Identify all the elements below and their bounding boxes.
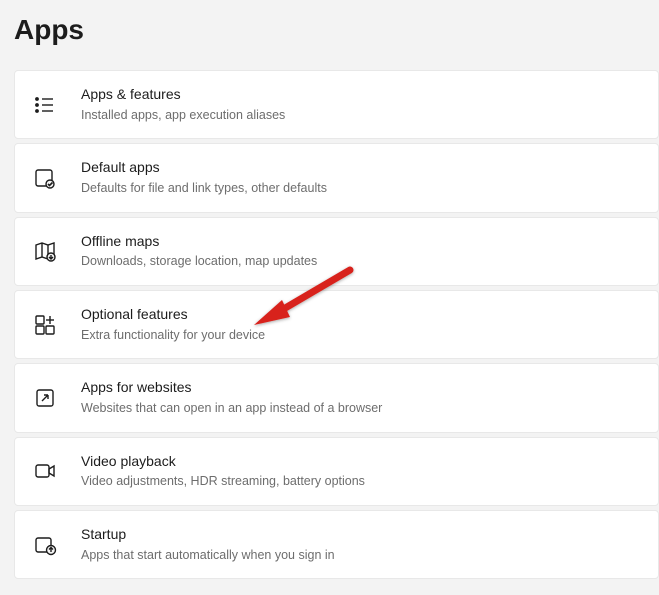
list-item-text: Apps & features Installed apps, app exec… <box>81 85 285 124</box>
video-icon <box>33 459 57 483</box>
list-item-text: Default apps Defaults for file and link … <box>81 158 327 197</box>
offline-maps-item[interactable]: Offline maps Downloads, storage location… <box>14 217 659 286</box>
list-item-title: Apps for websites <box>81 378 382 398</box>
list-item-text: Apps for websites Websites that can open… <box>81 378 382 417</box>
optional-features-icon <box>33 313 57 337</box>
list-item-title: Optional features <box>81 305 265 325</box>
list-item-title: Default apps <box>81 158 327 178</box>
list-item-subtitle: Websites that can open in an app instead… <box>81 399 382 418</box>
list-item-subtitle: Defaults for file and link types, other … <box>81 179 327 198</box>
list-item-text: Optional features Extra functionality fo… <box>81 305 265 344</box>
list-item-text: Startup Apps that start automatically wh… <box>81 525 335 564</box>
video-playback-item[interactable]: Video playback Video adjustments, HDR st… <box>14 437 659 506</box>
apps-settings-list: Apps & features Installed apps, app exec… <box>0 70 659 579</box>
apps-and-features-item[interactable]: Apps & features Installed apps, app exec… <box>14 70 659 139</box>
default-apps-item[interactable]: Default apps Defaults for file and link … <box>14 143 659 212</box>
page-title: Apps <box>0 0 659 70</box>
startup-icon <box>33 533 57 557</box>
list-item-subtitle: Video adjustments, HDR streaming, batter… <box>81 472 365 491</box>
list-item-title: Apps & features <box>81 85 285 105</box>
list-item-title: Startup <box>81 525 335 545</box>
list-item-title: Video playback <box>81 452 365 472</box>
list-item-title: Offline maps <box>81 232 317 252</box>
list-item-subtitle: Apps that start automatically when you s… <box>81 546 335 565</box>
optional-features-item[interactable]: Optional features Extra functionality fo… <box>14 290 659 359</box>
list-item-subtitle: Downloads, storage location, map updates <box>81 252 317 271</box>
apps-list-icon <box>33 93 57 117</box>
list-item-text: Offline maps Downloads, storage location… <box>81 232 317 271</box>
map-icon <box>33 239 57 263</box>
startup-item[interactable]: Startup Apps that start automatically wh… <box>14 510 659 579</box>
apps-for-websites-icon <box>33 386 57 410</box>
list-item-text: Video playback Video adjustments, HDR st… <box>81 452 365 491</box>
apps-for-websites-item[interactable]: Apps for websites Websites that can open… <box>14 363 659 432</box>
list-item-subtitle: Installed apps, app execution aliases <box>81 106 285 125</box>
default-apps-icon <box>33 166 57 190</box>
list-item-subtitle: Extra functionality for your device <box>81 326 265 345</box>
